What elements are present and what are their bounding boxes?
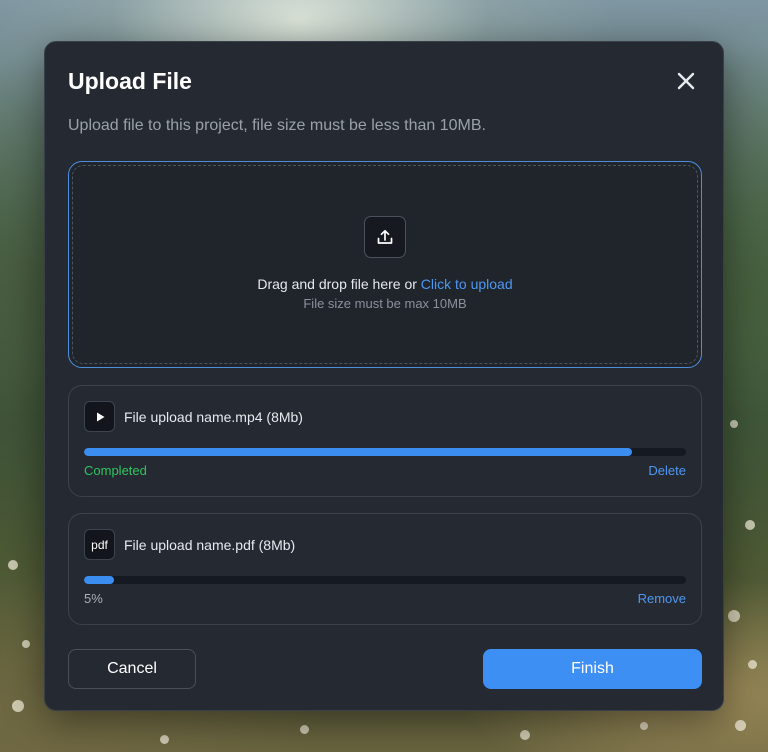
upload-progress-bar <box>84 576 686 584</box>
upload-file-dialog: Upload File Upload file to this project,… <box>44 41 724 711</box>
file-type-badge <box>84 401 115 432</box>
upload-progress-fill <box>84 448 632 456</box>
upload-button[interactable] <box>364 216 406 258</box>
dropzone-text: Drag and drop file here or Click to uplo… <box>69 275 701 293</box>
file-name: File upload name.pdf (8Mb) <box>124 537 296 553</box>
click-to-upload-link[interactable]: Click to upload <box>421 276 513 292</box>
dropzone-dashed-border <box>72 165 698 364</box>
dropzone-instruction: Drag and drop file here or <box>257 276 421 292</box>
file-item-mp4: File upload name.mp4 (8Mb) Completed Del… <box>68 385 702 497</box>
pdf-file-icon: pdf <box>91 537 108 552</box>
file-item-pdf: pdf File upload name.pdf (8Mb) 5% Remove <box>68 513 702 625</box>
cancel-button[interactable]: Cancel <box>68 649 196 689</box>
finish-button[interactable]: Finish <box>483 649 702 689</box>
dialog-title: Upload File <box>68 68 192 94</box>
upload-icon <box>377 229 393 244</box>
delete-file-button[interactable]: Delete <box>648 463 686 479</box>
dialog-subtitle: Upload file to this project, file size m… <box>68 117 486 134</box>
upload-percentage: 5% <box>84 591 103 606</box>
upload-progress-bar <box>84 448 686 456</box>
upload-progress-fill <box>84 576 115 584</box>
file-name: File upload name.mp4 (8Mb) <box>124 409 303 425</box>
remove-file-button[interactable]: Remove <box>638 591 686 607</box>
file-dropzone[interactable]: Drag and drop file here or Click to uplo… <box>68 161 702 368</box>
dropzone-size-hint: File size must be max 10MB <box>303 296 467 311</box>
file-type-badge: pdf <box>84 529 115 560</box>
close-button[interactable] <box>673 68 699 94</box>
close-icon <box>677 72 695 90</box>
upload-status: Completed <box>84 463 147 478</box>
play-icon <box>96 412 104 421</box>
